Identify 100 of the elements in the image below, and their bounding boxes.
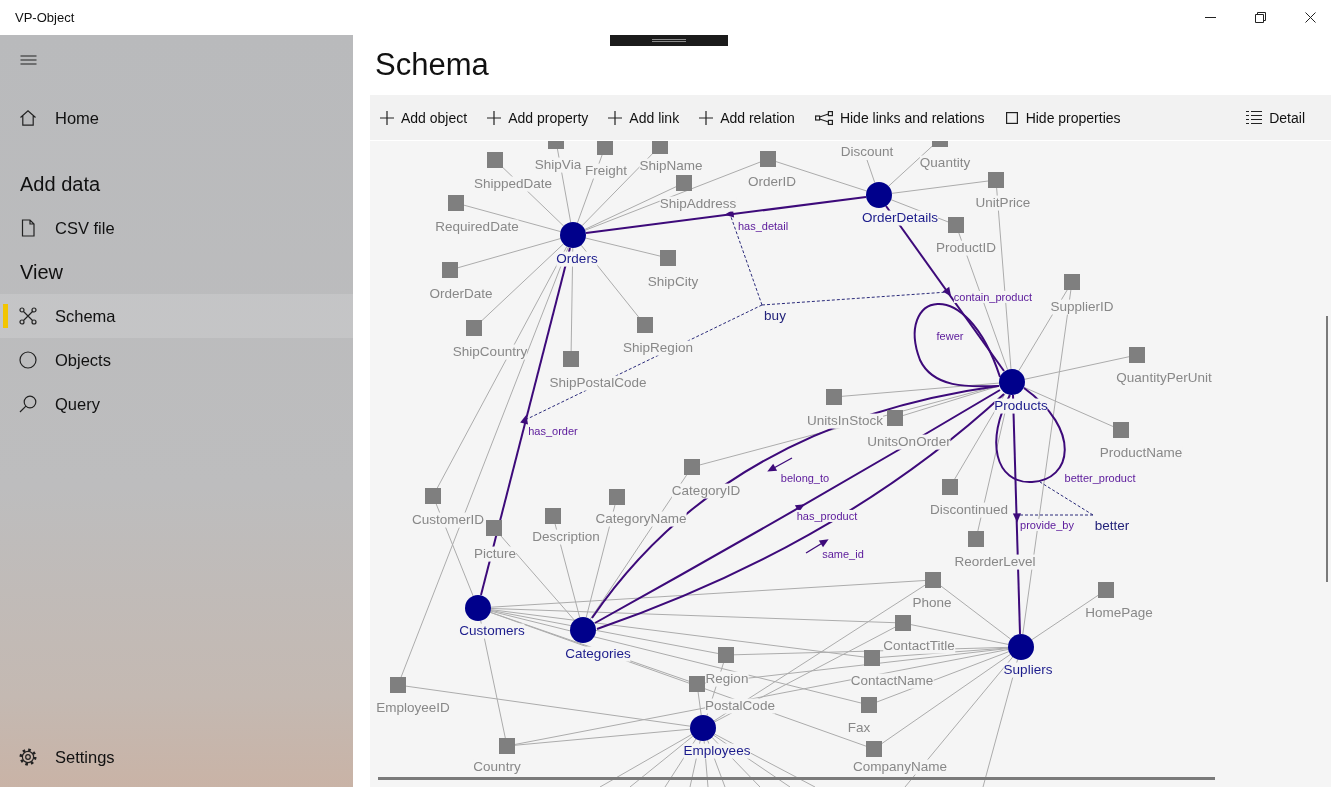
property-node [448, 195, 464, 211]
property-node [609, 489, 625, 505]
property-node [866, 741, 882, 757]
property-node [486, 520, 502, 536]
link-label: has_order [528, 424, 578, 438]
link-label: has_detail [737, 219, 789, 233]
plus-icon [608, 110, 623, 125]
property-node [861, 697, 877, 713]
property-node [390, 677, 406, 693]
link-label: fewer [936, 329, 964, 343]
property-node [442, 262, 458, 278]
circle-icon [19, 351, 37, 369]
vertical-scrollbar[interactable] [1326, 316, 1328, 582]
plus-icon [380, 110, 394, 125]
property-label: SupplierID [1050, 299, 1114, 315]
list-icon [1246, 110, 1263, 125]
property-label: ShipVia [534, 157, 582, 173]
property-label: ShipPostalCode [549, 375, 647, 391]
toolbar-button[interactable]: Add property [479, 95, 597, 140]
property-label: Description [532, 529, 600, 545]
property-label: CategoryID [671, 483, 741, 499]
nav-item[interactable]: Objects [0, 338, 353, 382]
property-label: ReorderLevel [954, 554, 1036, 570]
property-node [545, 508, 561, 524]
property-label: CustomerID [412, 512, 484, 528]
file-icon [19, 219, 37, 237]
settings-item[interactable]: Settings [0, 735, 353, 779]
arrow-icon [767, 457, 793, 472]
property-label: PostalCode [705, 698, 775, 714]
close-icon [1304, 12, 1316, 23]
property-node [652, 141, 668, 154]
link-label: provide_by [1020, 518, 1074, 532]
drag-handle[interactable] [610, 35, 728, 46]
property-label: UnitsOnOrder [867, 434, 951, 450]
property-node [689, 676, 705, 692]
property-label: Quantity [919, 155, 971, 171]
property-node [948, 217, 964, 233]
property-label: ShipRegion [623, 340, 693, 356]
property-label: ShipName [639, 158, 703, 174]
page-title: Schema [375, 47, 489, 83]
section-heading: Add data [19, 171, 101, 197]
connected-nodes-icon [814, 110, 833, 125]
nav-item[interactable]: Query [0, 382, 353, 426]
horizontal-scrollbar[interactable] [378, 777, 1215, 780]
property-node [676, 175, 692, 191]
relation-label: buy [764, 308, 786, 324]
checkbox[interactable] [1005, 111, 1018, 124]
property-label: ShipCountry [452, 344, 528, 360]
toolbar-button[interactable]: Add link [600, 95, 688, 140]
link-label: contain_product [953, 290, 1033, 304]
property-node [1064, 274, 1080, 290]
property-label: ContactName [850, 673, 934, 689]
property-node [1113, 422, 1129, 438]
property-node [597, 141, 613, 155]
window-title: VP-Object [15, 10, 75, 25]
property-node [499, 738, 515, 754]
property-label: ProductID [936, 240, 996, 256]
property-node [864, 650, 880, 666]
property-label: Country [473, 759, 521, 775]
property-node [1129, 347, 1145, 363]
toolbar-button[interactable]: Add object [372, 95, 476, 140]
toolbar-button[interactable]: Add relation [691, 95, 803, 140]
property-label: HomePage [1085, 605, 1153, 621]
property-node [988, 172, 1004, 188]
property-node [826, 389, 842, 405]
property-node [932, 141, 948, 147]
property-label: Region [705, 671, 749, 687]
property-label: UnitsInStock [807, 413, 883, 429]
search-icon [19, 395, 37, 413]
link-label: has_product [796, 509, 858, 523]
property-node [548, 141, 564, 149]
property-label: CategoryName [595, 511, 687, 527]
link-label: belong_to [780, 471, 830, 485]
property-node [942, 479, 958, 495]
property-label: ContactTitle [883, 638, 955, 654]
property-label: Freight [585, 163, 627, 179]
property-label: EmployeeID [376, 700, 450, 716]
toolbar-button[interactable]: Hide links and relations [806, 95, 993, 140]
object-label: Products [994, 398, 1048, 414]
nav-item[interactable]: Home [0, 96, 353, 140]
plus-icon [487, 110, 502, 125]
property-node [487, 152, 503, 168]
link-label: same_id [822, 547, 864, 561]
menu-icon [20, 55, 37, 65]
property-node [895, 615, 911, 631]
detail-button[interactable]: Detail [1238, 95, 1313, 140]
nav-item[interactable]: Schema [0, 294, 353, 338]
property-node [563, 351, 579, 367]
toolbar-button[interactable]: Hide properties [996, 95, 1129, 140]
property-node [760, 151, 776, 167]
property-node [968, 531, 984, 547]
object-node [465, 595, 491, 621]
object-node [570, 617, 596, 643]
object-label: Customers [459, 623, 525, 639]
property-node [925, 572, 941, 588]
object-label: Employees [683, 743, 751, 759]
nav-item[interactable]: CSV file [0, 206, 353, 250]
property-node [718, 647, 734, 663]
property-node [425, 488, 441, 504]
property-label: CompanyName [853, 759, 947, 775]
